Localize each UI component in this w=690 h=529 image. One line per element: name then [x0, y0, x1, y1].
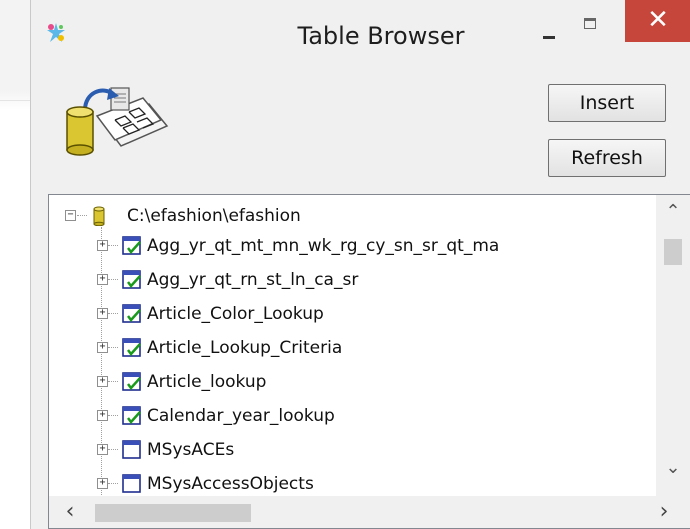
expand-icon[interactable]: +: [97, 376, 108, 387]
scroll-down-icon[interactable]: ⌄: [656, 457, 690, 479]
linked-table-icon: [122, 338, 141, 357]
tree-connector: [77, 215, 87, 217]
background-divider: [0, 100, 30, 101]
expand-icon[interactable]: +: [97, 410, 108, 421]
linked-table-icon: [122, 372, 141, 391]
tree-item[interactable]: + MSysAccessObjects: [49, 469, 649, 496]
app-icon: [47, 23, 65, 42]
horizontal-scrollbar[interactable]: ‹ ›: [49, 496, 690, 528]
maximize-button[interactable]: [579, 14, 603, 38]
expand-icon[interactable]: +: [97, 274, 108, 285]
expand-icon[interactable]: +: [97, 478, 108, 489]
tree-connector: [108, 347, 118, 349]
tree-item[interactable]: + Article_Lookup_Criteria: [49, 333, 649, 365]
insert-button[interactable]: Insert: [548, 84, 666, 122]
close-icon: ✕: [647, 5, 669, 35]
linked-table-icon: [122, 236, 141, 255]
database-icon: [93, 206, 105, 226]
tree-item-label: Agg_yr_qt_rn_st_ln_ca_sr: [147, 270, 359, 290]
vertical-scrollbar[interactable]: ⌃ ⌄: [656, 195, 690, 496]
expand-icon[interactable]: +: [97, 240, 108, 251]
scroll-up-icon[interactable]: ⌃: [656, 201, 690, 223]
tree-item[interactable]: + Agg_yr_qt_mt_mn_wk_rg_cy_sn_sr_qt_ma: [49, 231, 649, 263]
system-table-icon: [122, 474, 141, 493]
vertical-scroll-thumb[interactable]: [664, 239, 682, 265]
refresh-button[interactable]: Refresh: [548, 139, 666, 177]
tree-item-label: Calendar_year_lookup: [147, 406, 335, 426]
tree-connector: [108, 449, 118, 451]
expand-icon[interactable]: +: [97, 308, 108, 319]
tree-item-label: Article_Color_Lookup: [147, 304, 324, 324]
table-browser-window: Table Browser ✕ Insert Refresh − C:\efas…: [30, 0, 690, 529]
table-browser-illustration-icon: [66, 87, 169, 156]
expand-icon[interactable]: +: [97, 444, 108, 455]
tree-connector: [108, 381, 118, 383]
tree-item[interactable]: + Article_lookup: [49, 367, 649, 399]
tree-item[interactable]: + Calendar_year_lookup: [49, 401, 649, 433]
linked-table-icon: [122, 270, 141, 289]
table-tree-view[interactable]: − C:\efashion\efashion + Agg_yr_qt_mt_mn…: [48, 194, 690, 529]
minimize-button[interactable]: [531, 18, 567, 46]
tree-item[interactable]: + Agg_yr_qt_rn_st_ln_ca_sr: [49, 265, 649, 297]
horizontal-scroll-thumb[interactable]: [95, 504, 251, 522]
tree-item-label: MSysACEs: [147, 440, 235, 460]
title-bar[interactable]: Table Browser ✕: [31, 0, 690, 68]
tree-root-node[interactable]: − C:\efashion\efashion: [49, 201, 649, 233]
system-table-icon: [122, 440, 141, 459]
tree-connector: [108, 415, 118, 417]
tree-item[interactable]: + Article_Color_Lookup: [49, 299, 649, 331]
tree-item-label: MSysAccessObjects: [147, 474, 314, 494]
collapse-icon[interactable]: −: [65, 210, 76, 221]
tree-connector: [108, 483, 118, 485]
tree-content: − C:\efashion\efashion + Agg_yr_qt_mt_mn…: [49, 195, 656, 496]
tree-item-label: Article_Lookup_Criteria: [147, 338, 343, 358]
expand-icon[interactable]: +: [97, 342, 108, 353]
tree-connector: [108, 245, 118, 247]
close-button[interactable]: ✕: [625, 0, 690, 42]
tree-root-label: C:\efashion\efashion: [127, 206, 301, 226]
linked-table-icon: [122, 406, 141, 425]
tree-connector: [108, 313, 118, 315]
tree-item-label: Article_lookup: [147, 372, 267, 392]
tree-item-label: Agg_yr_qt_mt_mn_wk_rg_cy_sn_sr_qt_ma: [147, 236, 500, 256]
scroll-right-icon[interactable]: ›: [649, 500, 679, 524]
background-window: [0, 0, 30, 529]
tree-item[interactable]: + MSysACEs: [49, 435, 649, 467]
window-title: Table Browser: [297, 22, 465, 50]
linked-table-icon: [122, 304, 141, 323]
scroll-left-icon[interactable]: ‹: [55, 500, 85, 524]
tree-connector: [108, 279, 118, 281]
